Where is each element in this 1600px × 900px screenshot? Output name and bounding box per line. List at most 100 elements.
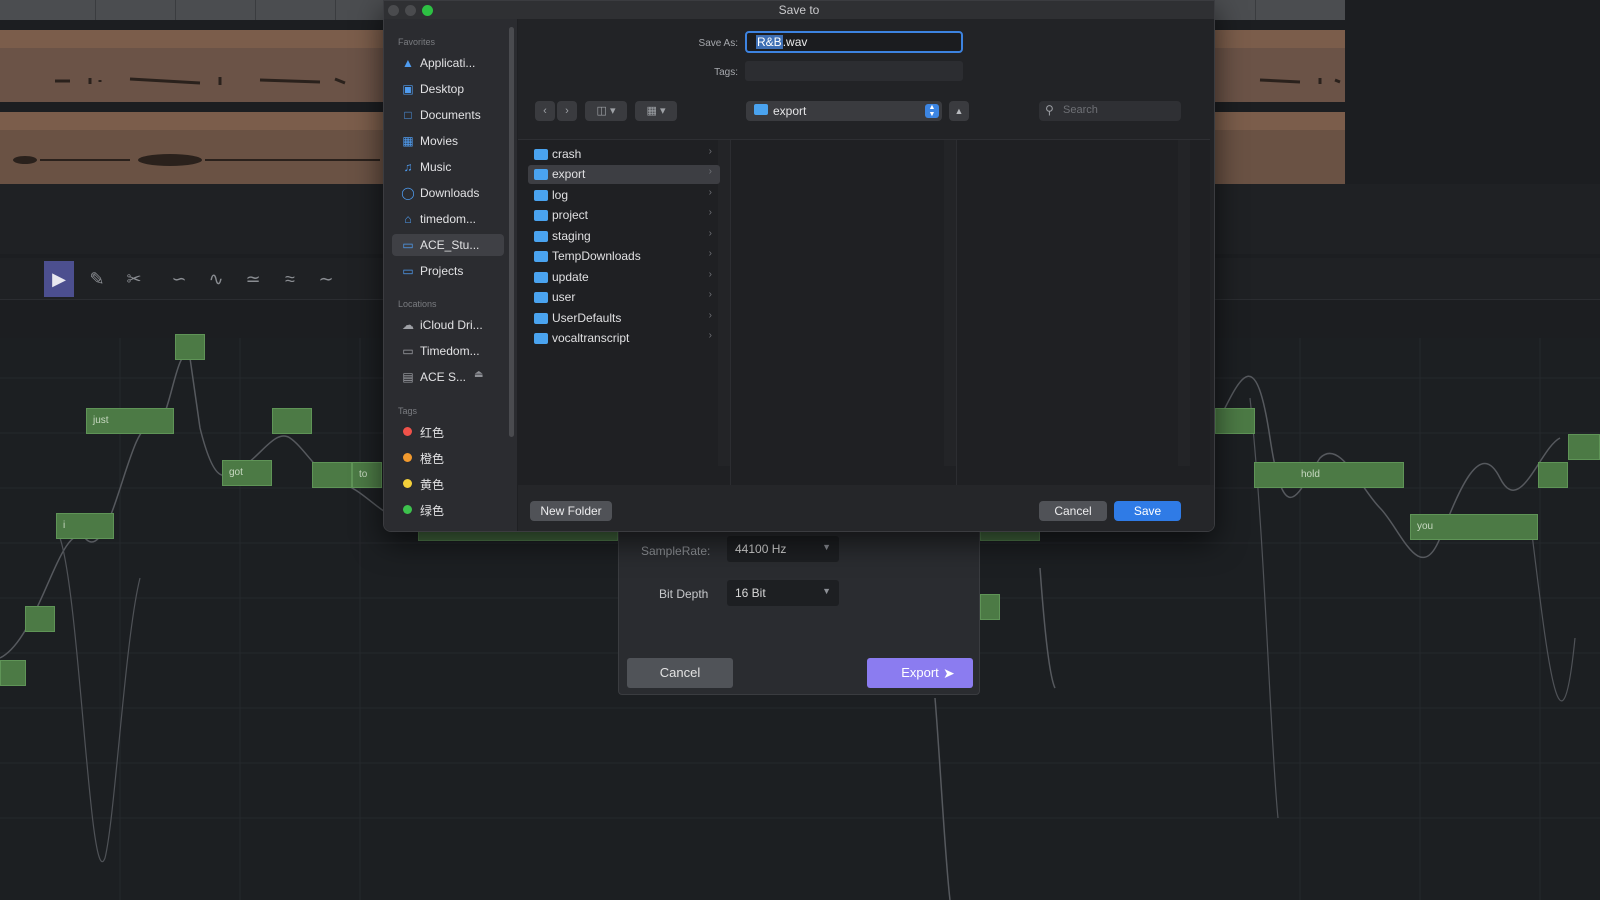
columns-icon: ◫ ▾ bbox=[596, 105, 616, 117]
sidebar-item-applications[interactable]: ▲ Applicati... bbox=[392, 52, 504, 74]
note-block[interactable]: hold bbox=[1254, 462, 1404, 488]
note-block[interactable] bbox=[175, 334, 205, 360]
sidebar-item-label: ACE_Stu... bbox=[420, 238, 480, 252]
chevron-right-icon: › bbox=[708, 289, 712, 300]
folder-row-log[interactable]: log › bbox=[528, 186, 720, 205]
folder-icon bbox=[534, 190, 548, 201]
sidebar-tag-green[interactable]: 绿色 bbox=[392, 498, 504, 520]
folder-row-staging[interactable]: staging › bbox=[528, 227, 720, 246]
chevron-right-icon: › bbox=[708, 330, 712, 341]
column-browser[interactable]: crash › export › log › project › staging › Te… bbox=[518, 139, 1210, 486]
sidebar-item-desktop[interactable]: ▣ Desktop bbox=[392, 78, 504, 100]
folder-icon: ▭ bbox=[402, 238, 414, 252]
sidebar-item-ace-studio[interactable]: ▭ ACE_Stu... bbox=[392, 234, 504, 256]
folder-icon bbox=[754, 104, 768, 115]
sidebar-tag-yellow[interactable]: 黄色 bbox=[392, 472, 504, 494]
column-divider[interactable] bbox=[956, 140, 957, 486]
ruler-tick bbox=[335, 0, 336, 20]
note-block[interactable] bbox=[272, 408, 312, 434]
column-scrollbar[interactable] bbox=[944, 140, 956, 466]
sidebar-item-icloud[interactable]: ☁ iCloud Dri... bbox=[392, 314, 504, 336]
movies-icon: ▦ bbox=[402, 134, 414, 148]
wave-tool-icon[interactable]: ≈ bbox=[275, 261, 305, 297]
folder-row-crash[interactable]: crash › bbox=[528, 145, 720, 164]
document-icon: □ bbox=[404, 108, 412, 122]
favorites-header: Favorites bbox=[398, 37, 436, 47]
path-popup[interactable]: export ▲ ▼ bbox=[746, 101, 942, 121]
sidebar-item-ace-drive[interactable]: ▤ ACE S... ⏏ bbox=[392, 366, 504, 388]
note-block[interactable] bbox=[1215, 408, 1255, 434]
note-block[interactable]: you bbox=[1410, 514, 1538, 540]
sidebar-item-label: 红色 bbox=[420, 426, 445, 440]
eject-icon[interactable]: ⏏ bbox=[474, 369, 483, 380]
back-button[interactable]: ‹ bbox=[535, 101, 555, 121]
pitch-curve-tool-icon[interactable]: ∽ bbox=[164, 261, 194, 297]
sidebar-tag-red[interactable]: 红色 bbox=[392, 420, 504, 442]
note-lyric: just bbox=[93, 415, 109, 426]
filename-input[interactable]: R&B.wav bbox=[745, 31, 963, 53]
grid-view-button[interactable]: ▦ ▾ bbox=[635, 101, 677, 121]
sidebar-scrollbar[interactable] bbox=[509, 27, 514, 437]
folder-row-export[interactable]: export › bbox=[528, 165, 720, 184]
sidebar-item-computer[interactable]: ▭ Timedom... bbox=[392, 340, 504, 362]
note-block[interactable] bbox=[25, 606, 55, 632]
column-scrollbar[interactable] bbox=[1178, 140, 1190, 466]
sidebar-item-documents[interactable]: □ Documents bbox=[392, 104, 504, 126]
scissors-tool-icon[interactable]: ✂ bbox=[119, 261, 149, 297]
save-button[interactable]: Save bbox=[1114, 501, 1181, 521]
folder-row-vocaltranscript[interactable]: vocaltranscript › bbox=[528, 329, 720, 348]
sidebar-item-label: Applicati... bbox=[420, 56, 476, 70]
note-block[interactable]: just bbox=[86, 408, 174, 434]
note-block[interactable] bbox=[1538, 462, 1568, 488]
sidebar-item-movies[interactable]: ▦ Movies bbox=[392, 130, 504, 152]
folder-name: user bbox=[552, 290, 576, 304]
tags-input[interactable] bbox=[745, 61, 963, 81]
folder-row-tempdownloads[interactable]: TempDownloads › bbox=[528, 247, 720, 266]
note-lyric: to bbox=[359, 469, 368, 480]
yellow-tag-dot-icon bbox=[403, 479, 412, 488]
export-cancel-button[interactable]: Cancel bbox=[627, 658, 733, 688]
draw-curve-tool-icon[interactable]: ≃ bbox=[238, 261, 268, 297]
note-block[interactable]: to bbox=[352, 462, 382, 488]
smooth-tool-icon[interactable]: ∼ bbox=[311, 261, 341, 297]
bit-depth-select[interactable]: 16 Bit ▼ bbox=[727, 580, 839, 606]
note-block[interactable] bbox=[0, 660, 26, 686]
note-block[interactable]: i bbox=[56, 513, 114, 539]
cancel-button[interactable]: Cancel bbox=[1039, 501, 1107, 521]
sidebar-item-label: 橙色 bbox=[420, 452, 445, 466]
sidebar-item-projects[interactable]: ▭ Projects bbox=[392, 260, 504, 282]
cloud-icon: ☁ bbox=[402, 318, 414, 332]
forward-button[interactable]: › bbox=[557, 101, 577, 121]
note-lyric: hold bbox=[1301, 469, 1320, 480]
note-block[interactable] bbox=[312, 462, 352, 488]
sidebar-item-downloads[interactable]: ◯ Downloads bbox=[392, 182, 504, 204]
chevron-right-icon: › bbox=[565, 105, 569, 117]
column-divider[interactable] bbox=[730, 140, 731, 486]
folder-row-project[interactable]: project › bbox=[528, 206, 720, 225]
sample-rate-select[interactable]: 44100 Hz ▼ bbox=[727, 536, 839, 562]
folder-row-user[interactable]: user › bbox=[528, 288, 720, 307]
tags-label: Tags: bbox=[714, 67, 738, 78]
sidebar-item-music[interactable]: ♫ Music bbox=[392, 156, 504, 178]
pointer-tool-icon[interactable]: ▶ bbox=[44, 261, 74, 297]
sidebar-item-home[interactable]: ⌂ timedom... bbox=[392, 208, 504, 230]
sample-rate-value: 44100 Hz bbox=[735, 542, 787, 556]
folder-row-update[interactable]: update › bbox=[528, 268, 720, 287]
grid-icon: ▦ ▾ bbox=[646, 105, 666, 117]
collapse-dialog-button[interactable]: ▲ bbox=[949, 101, 969, 121]
note-block[interactable] bbox=[980, 594, 1000, 620]
sidebar-tag-orange[interactable]: 橙色 bbox=[392, 446, 504, 468]
path-popup-label: export bbox=[773, 104, 807, 118]
ruler-tick bbox=[175, 0, 176, 20]
pencil-tool-icon[interactable]: ✎ bbox=[82, 261, 112, 297]
vibrato-tool-icon[interactable]: ∿ bbox=[201, 261, 231, 297]
new-folder-button[interactable]: New Folder bbox=[530, 501, 612, 521]
export-button[interactable]: Export bbox=[867, 658, 973, 688]
note-block[interactable]: got bbox=[222, 460, 272, 486]
search-field[interactable]: ⚲ Search bbox=[1039, 101, 1181, 121]
column-view-button[interactable]: ◫ ▾ bbox=[585, 101, 627, 121]
sidebar-item-label: Music bbox=[420, 160, 452, 174]
note-block[interactable] bbox=[1568, 434, 1600, 460]
sidebar-item-label: Downloads bbox=[420, 186, 480, 200]
folder-row-userdefaults[interactable]: UserDefaults › bbox=[528, 309, 720, 328]
